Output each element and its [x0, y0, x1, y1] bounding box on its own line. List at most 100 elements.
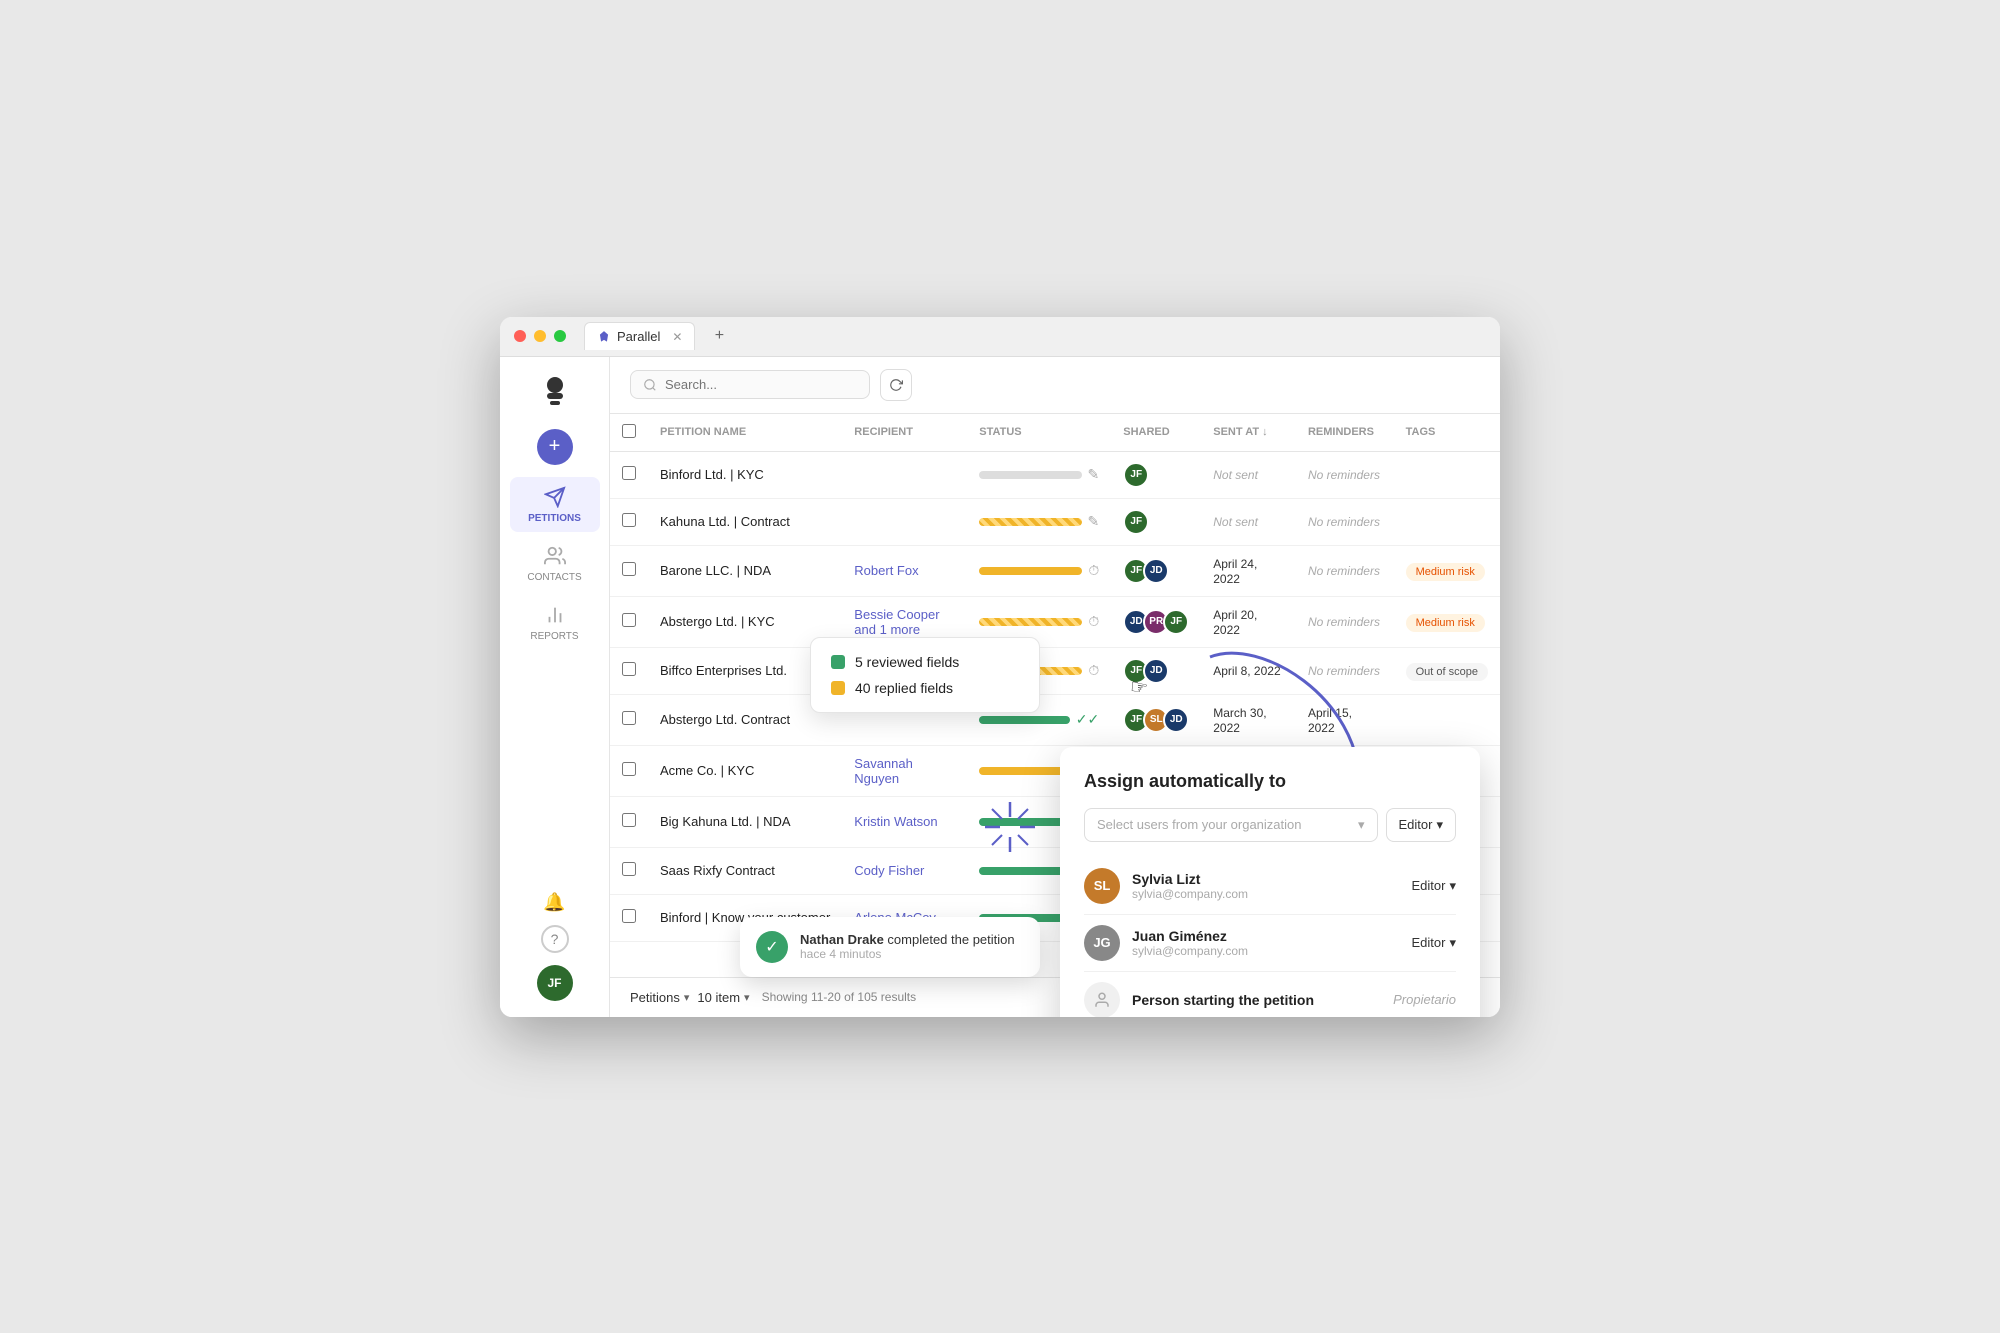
reports-icon: [543, 603, 567, 627]
contacts-svg-icon: [544, 545, 566, 567]
petitions-filter-label: Petitions: [630, 990, 680, 1005]
user-avatar-sm: JD: [1143, 658, 1169, 684]
tooltip-reviewed: 5 reviewed fields: [831, 654, 1019, 670]
system-user-info: Person starting the petition: [1132, 992, 1393, 1008]
status-bar-container: ⏱: [979, 562, 1099, 579]
user-avatar-sm: JD: [1163, 707, 1189, 733]
search-input[interactable]: [665, 377, 845, 392]
assign-user-sylvia: SL Sylvia Lizt sylvia@company.com Editor…: [1084, 858, 1456, 915]
select-all-checkbox[interactable]: [622, 424, 636, 438]
status-bar: [979, 471, 1081, 479]
recipient-name[interactable]: Bessie Cooper and 1 more: [854, 607, 939, 637]
status-bar: [979, 567, 1082, 575]
assign-modal: Assign automatically to Select users fro…: [1060, 747, 1480, 1017]
row-checkbox[interactable]: [622, 862, 636, 876]
bell-icon[interactable]: 🔔: [543, 892, 565, 913]
juan-name: Juan Giménez: [1132, 928, 1412, 944]
petition-name: Big Kahuna Ltd. | NDA: [660, 814, 791, 829]
recipient-name[interactable]: Savannah Nguyen: [854, 756, 913, 786]
sent-date: April 8, 2022: [1213, 664, 1280, 678]
petition-name: Barone LLC. | NDA: [660, 563, 771, 578]
row-checkbox[interactable]: [622, 562, 636, 576]
assign-user-juan: JG Juan Giménez sylvia@company.com Edito…: [1084, 915, 1456, 972]
sidebar-petitions-label: PETITIONS: [528, 513, 581, 524]
refresh-button[interactable]: [880, 369, 912, 401]
petition-name: Abstergo Ltd. Contract: [660, 712, 790, 727]
minimize-button[interactable]: [534, 330, 546, 342]
sidebar-item-reports[interactable]: REPORTS: [510, 595, 600, 650]
assign-user-system: Person starting the petition Propietario: [1084, 972, 1456, 1017]
help-icon[interactable]: ?: [541, 925, 569, 953]
row-checkbox[interactable]: [622, 513, 636, 527]
row-checkbox[interactable]: [622, 762, 636, 776]
col-petition-name: PETITION NAME: [648, 414, 842, 452]
role-select-dropdown[interactable]: Editor ▾: [1386, 808, 1457, 842]
sent-date: March 30, 2022: [1213, 706, 1266, 735]
items-filter[interactable]: 10 item ▾: [697, 990, 749, 1005]
status-bar-container: ✎: [979, 466, 1099, 483]
assign-modal-title: Assign automatically to: [1084, 771, 1456, 792]
checkmark-icon: ✓✓: [1076, 711, 1099, 728]
petitions-icon: [543, 485, 567, 509]
recipient-name[interactable]: Robert Fox: [854, 563, 918, 578]
row-checkbox[interactable]: [622, 662, 636, 676]
main-content: PETITION NAME RECIPIENT STATUS SHARED SE…: [610, 357, 1500, 1017]
recipient-name[interactable]: Cody Fisher: [854, 863, 924, 878]
tab-label: Parallel: [617, 329, 660, 344]
petitions-filter[interactable]: Petitions ▾: [630, 990, 689, 1005]
petition-name: Binford Ltd. | KYC: [660, 467, 764, 482]
row-checkbox[interactable]: [622, 711, 636, 725]
close-button[interactable]: [514, 330, 526, 342]
sent-date: Not sent: [1213, 468, 1258, 482]
notification-check-icon: ✓: [756, 931, 788, 963]
sidebar-item-petitions[interactable]: PETITIONS: [510, 477, 600, 532]
status-bar-container: ✓✓: [979, 711, 1099, 728]
juan-role[interactable]: Editor ▾: [1412, 935, 1457, 951]
col-recipient: RECIPIENT: [842, 414, 967, 452]
role-chevron-icon: ▾: [1436, 817, 1443, 833]
edit-icon: ✎: [1088, 513, 1100, 530]
search-box[interactable]: [630, 370, 870, 399]
table-row: Abstergo Ltd. | KYCBessie Cooper and 1 m…: [610, 596, 1500, 647]
tooltip-reviewed-label: 5 reviewed fields: [855, 654, 959, 670]
tooltip-replied: 40 replied fields: [831, 680, 1019, 696]
search-icon: [643, 378, 657, 392]
sent-date: Not sent: [1213, 515, 1258, 529]
clock-icon: ⏱: [1088, 562, 1099, 579]
user-select-chevron-icon: ▾: [1358, 817, 1365, 833]
sidebar-bottom: 🔔 ? JF: [537, 892, 573, 1001]
user-select-dropdown[interactable]: Select users from your organization ▾: [1084, 808, 1378, 842]
status-bar: [979, 867, 1070, 875]
new-tab-button[interactable]: +: [707, 324, 731, 348]
add-button[interactable]: +: [537, 429, 573, 465]
browser-tab[interactable]: Parallel ✕: [584, 322, 695, 350]
row-checkbox[interactable]: [622, 466, 636, 480]
user-avatar-sm: JF: [1123, 462, 1149, 488]
system-user-role: Propietario: [1393, 992, 1456, 1007]
tab-close-icon[interactable]: ✕: [672, 330, 682, 344]
row-checkbox[interactable]: [622, 813, 636, 827]
reminder: No reminders: [1308, 468, 1380, 482]
sylvia-role[interactable]: Editor ▾: [1412, 878, 1457, 894]
notification-user: Nathan Drake: [800, 932, 884, 947]
row-checkbox[interactable]: [622, 909, 636, 923]
replied-dot: [831, 681, 845, 695]
sidebar-contacts-label: CONTACTS: [527, 572, 581, 583]
sidebar-item-contacts[interactable]: CONTACTS: [510, 536, 600, 591]
petition-name: Biffco Enterprises Ltd.: [660, 663, 787, 678]
recipient-name[interactable]: Kristin Watson: [854, 814, 937, 829]
maximize-button[interactable]: [554, 330, 566, 342]
sent-date: April 20, 2022: [1213, 608, 1257, 637]
sylvia-avatar: SL: [1084, 868, 1120, 904]
col-status: STATUS: [967, 414, 1111, 452]
toolbar: [610, 357, 1500, 414]
items-chevron-icon: ▾: [744, 991, 750, 1004]
row-checkbox[interactable]: [622, 613, 636, 627]
titlebar: Parallel ✕ +: [500, 317, 1500, 357]
notification-action: completed the petition: [884, 932, 1015, 947]
user-avatar[interactable]: JF: [537, 965, 573, 1001]
juan-email: sylvia@company.com: [1132, 944, 1412, 958]
notification-content: Nathan Drake completed the petition hace…: [800, 932, 1015, 961]
juan-role-chevron-icon: ▾: [1449, 935, 1456, 951]
user-select-placeholder: Select users from your organization: [1097, 817, 1301, 832]
